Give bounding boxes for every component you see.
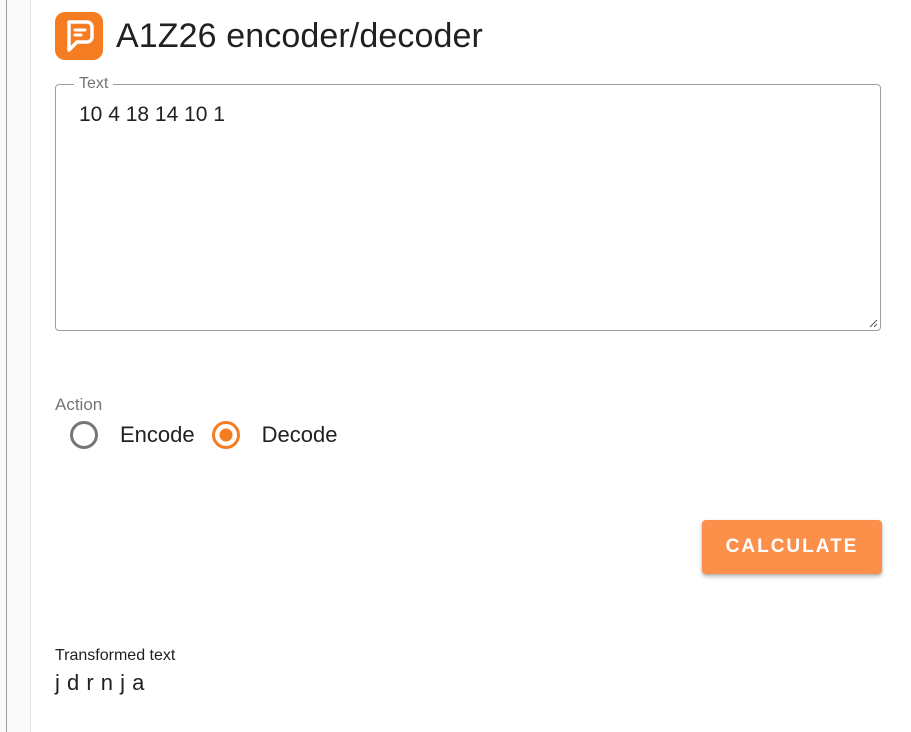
text-field: Text 10 4 18 14 10 1 <box>55 75 881 331</box>
page: A1Z26 encoder/decoder Text 10 4 18 14 10… <box>0 0 911 732</box>
resize-grip-icon[interactable] <box>868 318 878 328</box>
decode-label: Decode <box>261 422 338 447</box>
text-input[interactable]: 10 4 18 14 10 1 <box>79 103 859 303</box>
calculate-button[interactable]: CALCULATE <box>702 520 882 574</box>
radio-checked-icon[interactable] <box>211 420 241 450</box>
page-title: A1Z26 encoder/decoder <box>116 16 483 55</box>
result-value: j d r n j a <box>55 670 145 695</box>
header: A1Z26 encoder/decoder <box>55 12 483 60</box>
calculator-card: A1Z26 encoder/decoder Text 10 4 18 14 10… <box>30 0 911 732</box>
left-divider <box>6 0 7 732</box>
result-label: Transformed text <box>55 647 176 664</box>
action-radio-group: Encode Decode <box>69 420 353 450</box>
action-label: Action <box>55 395 103 414</box>
encode-option[interactable]: Encode <box>69 420 195 450</box>
radio-unchecked-icon[interactable] <box>69 420 99 450</box>
planetcalc-logo-icon <box>55 12 103 60</box>
decode-option[interactable]: Decode <box>211 420 338 450</box>
encode-label: Encode <box>120 422 195 447</box>
text-field-label: Text <box>74 75 114 93</box>
